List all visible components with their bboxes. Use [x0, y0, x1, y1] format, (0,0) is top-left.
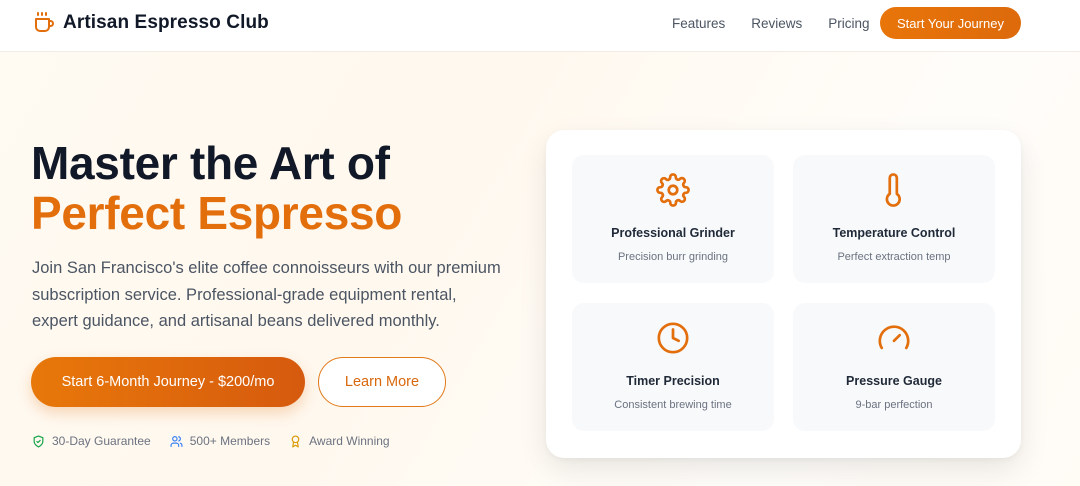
- start-6-month-journey-button[interactable]: Start 6-Month Journey - $200/mo: [31, 357, 305, 407]
- hero-title-accent: Perfect Espresso: [31, 187, 403, 239]
- feature-subtitle: Precision burr grinding: [617, 251, 729, 263]
- gear-icon: [656, 173, 690, 207]
- nav-link-reviews[interactable]: Reviews: [751, 16, 802, 31]
- nav-link-features[interactable]: Features: [672, 16, 725, 31]
- features-card: Professional Grinder Precision burr grin…: [546, 130, 1021, 458]
- thermometer-icon: [885, 173, 901, 207]
- hero-title: Master the Art of Perfect Espresso: [31, 138, 402, 238]
- trust-award: Award Winning: [289, 434, 390, 448]
- feature-title: Professional Grinder: [611, 226, 735, 240]
- trust-members-label: 500+ Members: [189, 434, 271, 448]
- start-journey-button[interactable]: Start Your Journey: [880, 7, 1021, 39]
- feature-title: Temperature Control: [832, 226, 956, 240]
- feature-tile-grinder: Professional Grinder Precision burr grin…: [572, 155, 774, 283]
- feature-subtitle: Perfect extraction temp: [837, 251, 951, 263]
- coffee-cup-icon: [35, 12, 54, 32]
- trust-award-label: Award Winning: [309, 434, 390, 448]
- feature-tile-pressure: Pressure Gauge 9-bar perfection: [793, 303, 995, 431]
- feature-tile-temperature: Temperature Control Perfect extraction t…: [793, 155, 995, 283]
- feature-subtitle: Consistent brewing time: [614, 399, 732, 411]
- trust-members: 500+ Members: [170, 434, 270, 448]
- trust-guarantee: 30-Day Guarantee: [32, 434, 151, 448]
- nav-links: Features Reviews Pricing: [672, 16, 896, 31]
- feature-subtitle: 9-bar perfection: [855, 399, 933, 411]
- clock-icon: [657, 322, 689, 354]
- nav-link-pricing[interactable]: Pricing: [828, 16, 869, 31]
- hero-title-line1: Master the Art of: [31, 137, 390, 189]
- users-icon: [170, 435, 183, 447]
- gauge-icon: [878, 325, 910, 350]
- top-navbar: Artisan Espresso Club Features Reviews P…: [0, 0, 1080, 52]
- hero-description: Join San Francisco's elite coffee connoi…: [32, 259, 501, 330]
- trust-guarantee-label: 30-Day Guarantee: [52, 434, 151, 448]
- feature-title: Pressure Gauge: [846, 374, 942, 388]
- award-icon: [291, 434, 300, 448]
- feature-tile-timer: Timer Precision Consistent brewing time: [572, 303, 774, 431]
- shield-check-icon: [33, 434, 44, 448]
- brand-name: Artisan Espresso Club: [63, 12, 269, 33]
- learn-more-button[interactable]: Learn More: [318, 357, 446, 407]
- brand-logo[interactable]: Artisan Espresso Club: [32, 11, 269, 35]
- feature-title: Timer Precision: [626, 374, 720, 388]
- trust-badges: 30-Day Guarantee 500+ Members Award Winn…: [32, 434, 409, 448]
